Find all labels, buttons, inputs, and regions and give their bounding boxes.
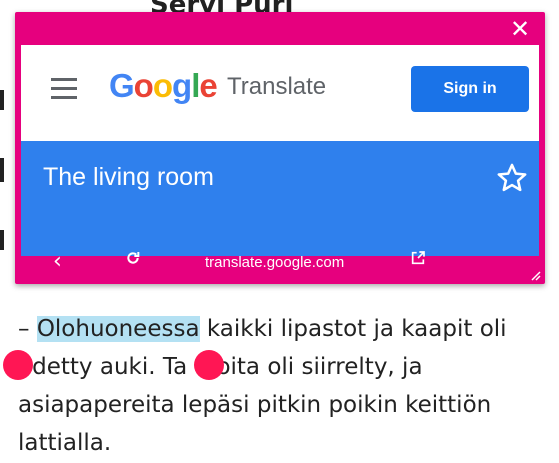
sign-in-button[interactable]: Sign in xyxy=(411,66,529,112)
highlighted-word[interactable]: Olohuoneessa xyxy=(36,316,200,342)
resize-handle-icon[interactable] xyxy=(527,266,541,281)
translate-popup: ✕ Google Translate Sign in The living ro… xyxy=(15,12,545,284)
selection-handle-start[interactable] xyxy=(3,350,33,380)
chevron-left-icon[interactable]: ‹ xyxy=(53,249,62,274)
translation-result-card: The living room xyxy=(21,141,539,256)
article-line: – Olohuoneessa kaikki lipastot ja kaapit… xyxy=(18,316,507,342)
article-text: – Olohuoneessa kaikki lipastot ja kaapit… xyxy=(18,310,548,462)
close-icon[interactable]: ✕ xyxy=(507,16,533,42)
article-line: asiapapereita lepäsi pitkin poikin keitt… xyxy=(18,392,492,418)
url-label: translate.google.com xyxy=(205,254,345,271)
background-text-fragment xyxy=(0,230,4,250)
product-name: Translate xyxy=(227,73,327,100)
background-text-fragment xyxy=(0,90,4,110)
popup-title-bar: ✕ xyxy=(15,12,545,45)
star-outline-icon[interactable] xyxy=(495,161,529,195)
open-external-icon[interactable] xyxy=(410,250,426,271)
selection-handle-end[interactable] xyxy=(194,350,224,380)
reload-icon[interactable] xyxy=(125,250,141,271)
translation-result-text: The living room xyxy=(43,163,214,191)
google-translate-header: Google Translate Sign in xyxy=(21,45,539,141)
hamburger-menu-icon[interactable] xyxy=(51,78,77,102)
article-line: lattialla. xyxy=(18,430,112,456)
popup-content: Google Translate Sign in The living room xyxy=(21,45,539,256)
popup-bottom-bar: ‹ translate.google.com xyxy=(15,244,545,284)
article-line: edetty auki. Ta oita oli siirrelty, ja xyxy=(18,354,423,380)
google-logo: Google xyxy=(109,67,218,104)
background-text-fragment xyxy=(0,158,4,182)
